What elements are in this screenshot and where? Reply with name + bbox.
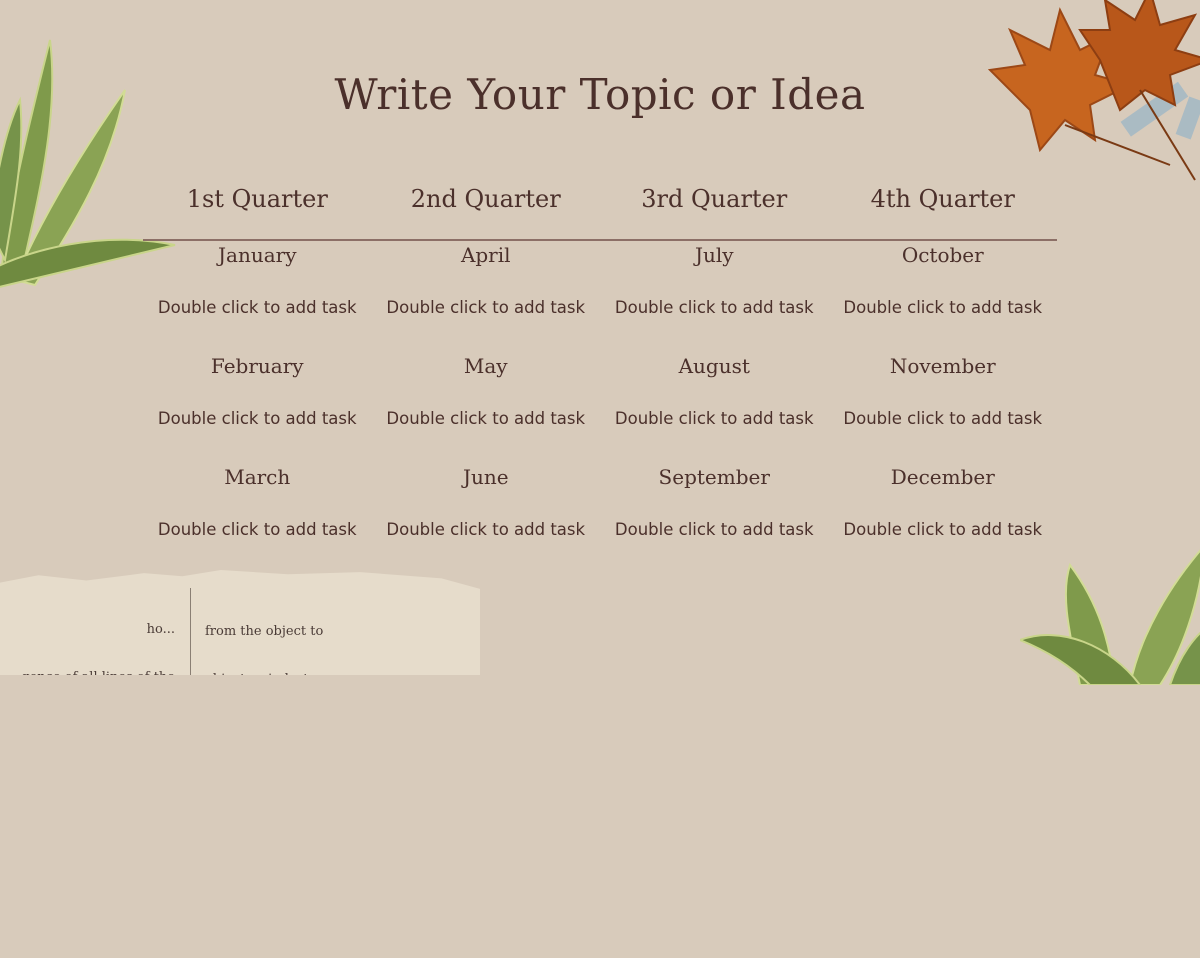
month-label[interactable]: April: [372, 240, 601, 270]
month-block: July Double click to add task: [600, 240, 829, 351]
book-line: VIII. Example of artificial: [205, 720, 372, 735]
quarter-column-3: 3rd Quarter July Double click to add tas…: [600, 178, 829, 573]
task-placeholder[interactable]: Double click to add task: [829, 298, 1058, 317]
month-list: October Double click to add task Novembe…: [829, 240, 1058, 573]
month-block: September Double click to add task: [600, 462, 829, 573]
task-placeholder[interactable]: Double click to add task: [600, 409, 829, 428]
month-list: January Double click to add task Februar…: [143, 240, 372, 573]
month-block: October Double click to add task: [829, 240, 1058, 351]
task-placeholder[interactable]: Double click to add task: [372, 298, 601, 317]
quarter-column-1: 1st Quarter January Double click to add …: [143, 178, 372, 573]
month-label[interactable]: February: [143, 351, 372, 381]
task-placeholder[interactable]: Double click to add task: [143, 409, 372, 428]
month-list: July Double click to add task August Dou…: [600, 240, 829, 573]
month-label[interactable]: January: [143, 240, 372, 270]
task-placeholder[interactable]: Double click to add task: [143, 520, 372, 539]
month-label[interactable]: August: [600, 351, 829, 381]
slide-title[interactable]: Write Your Topic or Idea: [0, 70, 1200, 119]
month-block: February Double click to add task: [143, 351, 372, 462]
book-line: gence of all lines of the: [21, 670, 175, 685]
book-line: from the object to: [205, 624, 324, 639]
quarter-heading[interactable]: 2nd Quarter: [372, 178, 601, 220]
month-block: December Double click to add task: [829, 462, 1058, 573]
month-block: May Double click to add task: [372, 351, 601, 462]
task-placeholder[interactable]: Double click to add task: [829, 409, 1058, 428]
book-line: the ground lines radiate from a central: [205, 768, 463, 783]
task-placeholder[interactable]: Double click to add task: [143, 298, 372, 317]
month-label[interactable]: November: [829, 351, 1058, 381]
task-placeholder[interactable]: Double click to add task: [600, 520, 829, 539]
book-text-right: from the object to object as in last cas…: [205, 592, 485, 831]
slide: ho... gence of all lines of the of visio…: [0, 0, 1200, 685]
torn-book-page-illustration: ho... gence of all lines of the of visio…: [0, 570, 480, 675]
month-block: June Double click to add task: [372, 462, 601, 573]
quarter-column-4: 4th Quarter October Double click to add …: [829, 178, 1058, 573]
quarter-heading[interactable]: 4th Quarter: [829, 178, 1058, 220]
quarter-grid: 1st Quarter January Double click to add …: [143, 178, 1057, 573]
quarter-heading[interactable]: 3rd Quarter: [600, 178, 829, 220]
month-label[interactable]: December: [829, 462, 1058, 492]
task-placeholder[interactable]: Double click to add task: [600, 298, 829, 317]
month-block: January Double click to add task: [143, 240, 372, 351]
month-label[interactable]: July: [600, 240, 829, 270]
task-placeholder[interactable]: Double click to add task: [829, 520, 1058, 539]
task-placeholder[interactable]: Double click to add task: [372, 520, 601, 539]
book-line: r.: [166, 862, 175, 877]
month-block: April Double click to add task: [372, 240, 601, 351]
quarter-heading[interactable]: 1st Quarter: [143, 178, 372, 220]
month-list: April Double click to add task May Doubl…: [372, 240, 601, 573]
month-label[interactable]: October: [829, 240, 1058, 270]
book-line: n of the law of reflection: [13, 910, 175, 925]
month-label[interactable]: May: [372, 351, 601, 381]
month-label[interactable]: March: [143, 462, 372, 492]
task-placeholder[interactable]: Double click to add task: [372, 409, 601, 428]
month-label[interactable]: June: [372, 462, 601, 492]
month-label[interactable]: September: [600, 462, 829, 492]
month-block: March Double click to add task: [143, 462, 372, 573]
book-column-rule: [190, 588, 191, 675]
book-line: of vision or eye). Notice: [17, 718, 175, 733]
quarter-column-2: 2nd Quarter April Double click to add ta…: [372, 178, 601, 573]
book-line: exactly below the source of light on the…: [205, 816, 485, 831]
month-block: November Double click to add task: [829, 351, 1058, 462]
book-text-left: ho... gence of all lines of the of visio…: [0, 590, 175, 925]
book-line: object as in last case.: [205, 672, 347, 687]
book-line: ho...: [146, 622, 175, 637]
book-line: of the shadows which in-: [11, 766, 175, 781]
book-line: is fairly low, on the right,: [9, 814, 175, 829]
month-block: August Double click to add task: [600, 351, 829, 462]
